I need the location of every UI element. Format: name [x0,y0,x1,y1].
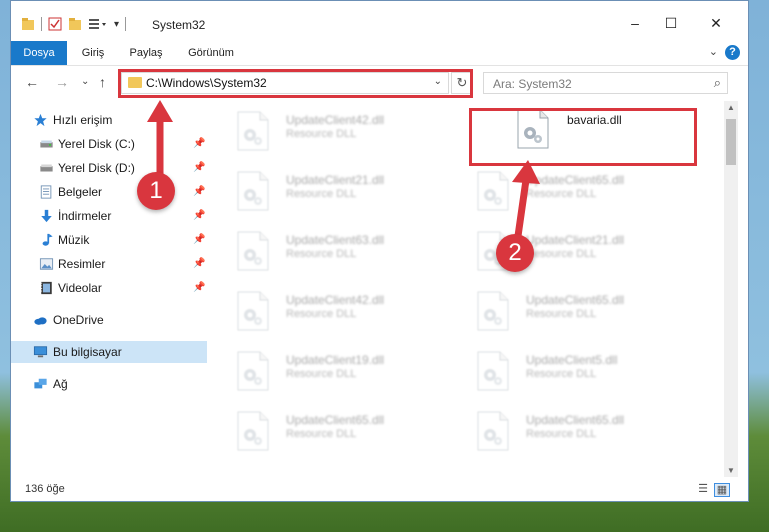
annotation-arrows [147,100,540,237]
annotation-arrowhead-2 [512,160,540,184]
annotation-step-1: 1 [137,172,175,210]
annotation-arrowhead-1 [147,100,173,122]
annotation-arrow-2 [514,179,530,237]
annotation-step-2: 2 [496,234,534,272]
